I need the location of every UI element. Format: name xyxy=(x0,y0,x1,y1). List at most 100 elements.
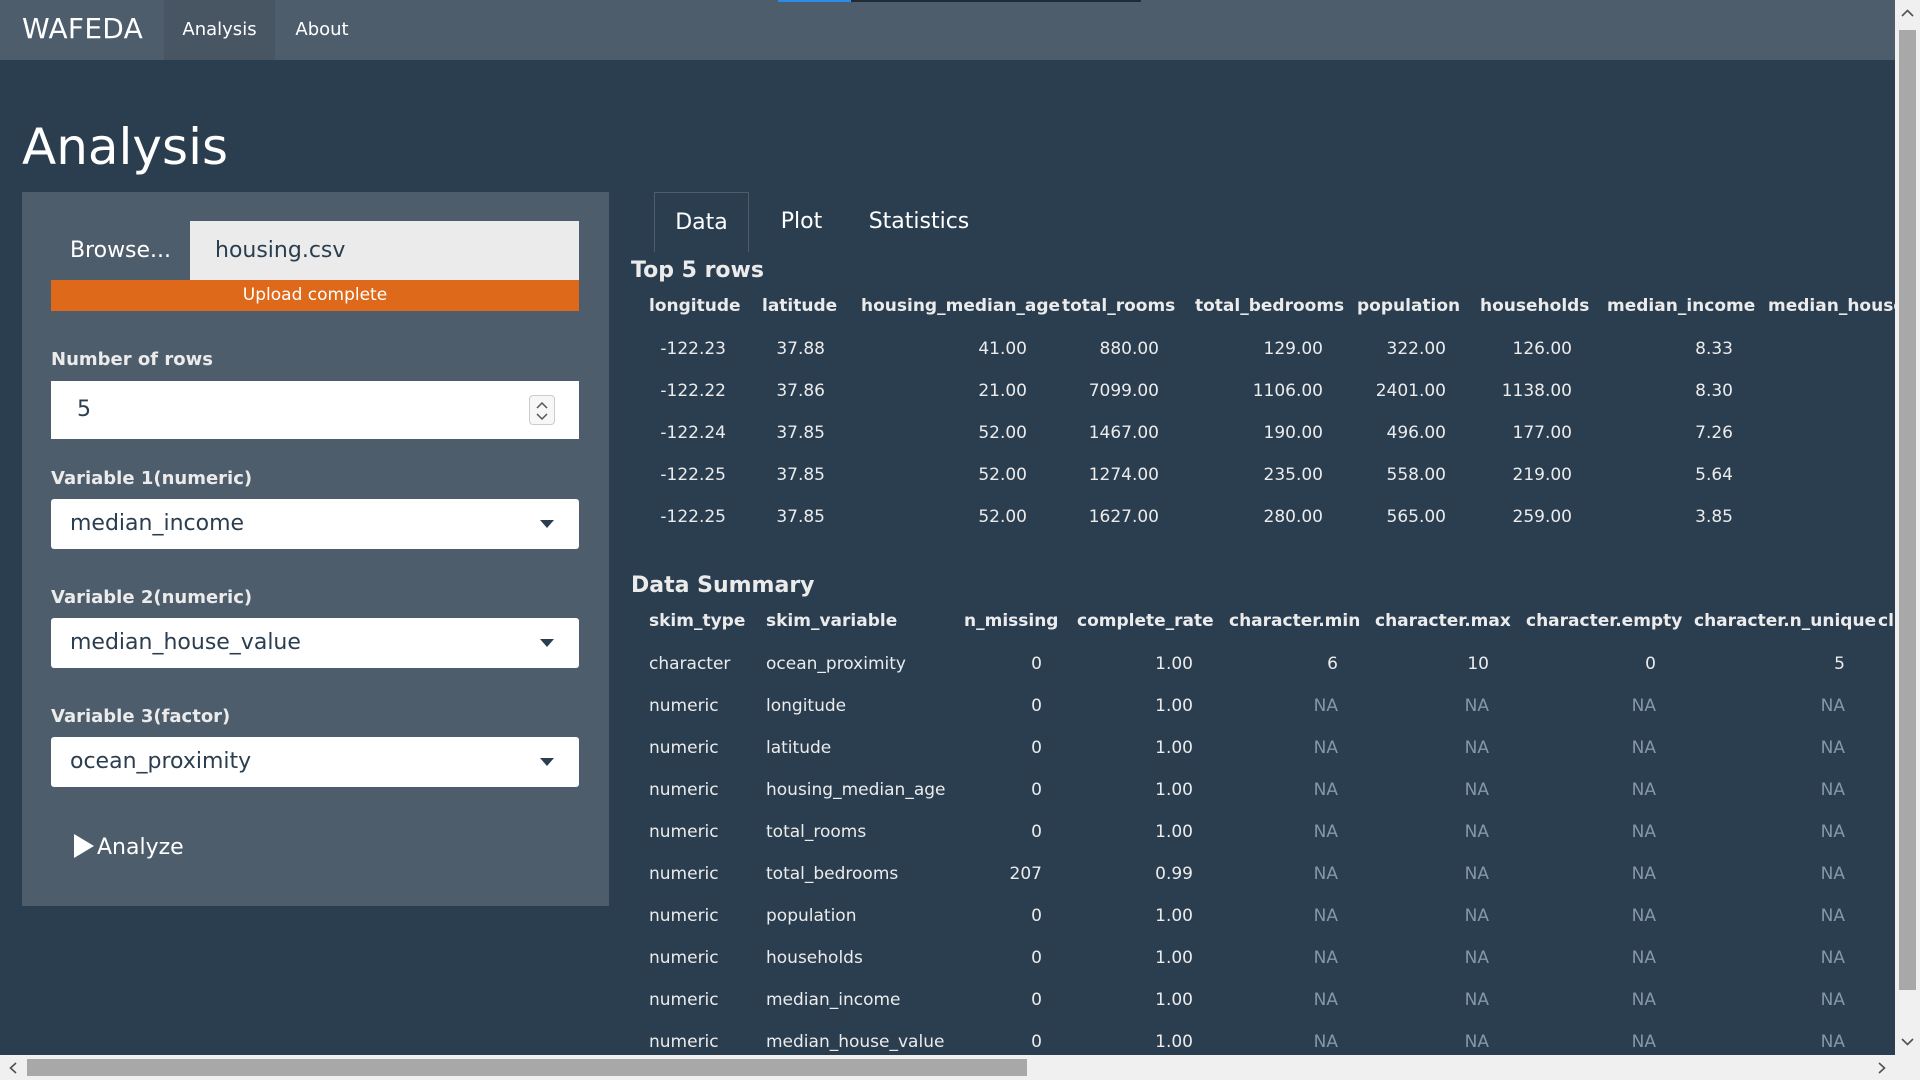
tab-statistics[interactable]: Statistics xyxy=(854,192,984,252)
var2-value: median_house_value xyxy=(70,630,301,655)
table-cell: 1138.00 xyxy=(1501,381,1572,401)
tab-data[interactable]: Data xyxy=(654,192,749,252)
table-cell: 0 xyxy=(1031,948,1042,968)
table-cell: 1.00 xyxy=(1155,990,1193,1010)
table-cell: numeric xyxy=(649,1032,719,1052)
rows-input[interactable]: 5 xyxy=(51,381,579,439)
column-header: complete_rate xyxy=(1077,611,1214,631)
table-cell: NA xyxy=(1313,696,1338,716)
table-cell: 235.00 xyxy=(1263,465,1323,485)
table-cell: 1.00 xyxy=(1155,1032,1193,1052)
table-cell: population xyxy=(766,906,857,926)
table-cell: NA xyxy=(1313,738,1338,758)
table-cell: households xyxy=(766,948,863,968)
table-cell: 1.00 xyxy=(1155,654,1193,674)
table-cell: numeric xyxy=(649,780,719,800)
table-cell: total_rooms xyxy=(766,822,867,842)
table-cell: NA xyxy=(1313,780,1338,800)
table-cell: -122.23 xyxy=(660,339,726,359)
table-cell: ocean_proximity xyxy=(766,654,906,674)
table-cell: 0 xyxy=(1031,1032,1042,1052)
column-header: character.empty xyxy=(1526,611,1683,631)
table-cell: 177.00 xyxy=(1512,423,1572,443)
nav-item-about[interactable]: About xyxy=(275,0,369,60)
var3-select[interactable]: ocean_proximity xyxy=(51,737,579,787)
table-cell: NA xyxy=(1313,1032,1338,1052)
table-cell: NA xyxy=(1820,738,1845,758)
table-cell: 37.85 xyxy=(776,423,825,443)
loading-progress-bar xyxy=(778,0,1141,2)
table-cell: longitude xyxy=(766,696,847,716)
table-cell: 0 xyxy=(1645,654,1656,674)
horizontal-scroll-thumb[interactable] xyxy=(27,1059,1027,1076)
var2-label: Variable 2(numeric) xyxy=(51,587,253,608)
table-cell: 129.00 xyxy=(1263,339,1323,359)
table-cell: 10 xyxy=(1467,654,1489,674)
column-header: n_missing xyxy=(964,611,1059,631)
number-spinner[interactable] xyxy=(529,395,555,425)
table-cell: 1.00 xyxy=(1155,696,1193,716)
table-cell: NA xyxy=(1313,948,1338,968)
tab-plot[interactable]: Plot xyxy=(749,192,854,252)
table-cell: NA xyxy=(1631,696,1656,716)
chevron-down-icon xyxy=(540,639,554,647)
spin-down-icon[interactable] xyxy=(536,413,548,421)
column-header: skim_variable xyxy=(766,611,898,631)
horizontal-scrollbar[interactable] xyxy=(0,1055,1920,1080)
table-cell: numeric xyxy=(649,822,719,842)
column-header: total_bedrooms xyxy=(1195,296,1345,316)
table-cell: NA xyxy=(1313,906,1338,926)
table-cell: NA xyxy=(1631,990,1656,1010)
table-cell: 5.64 xyxy=(1695,465,1733,485)
table-cell: housing_median_age xyxy=(766,780,946,800)
column-header: median_income xyxy=(1607,296,1756,316)
analyze-button[interactable]: Analyze xyxy=(74,830,184,866)
table-cell: 6 xyxy=(1327,654,1338,674)
vertical-scroll-thumb[interactable] xyxy=(1899,30,1916,990)
table-cell: NA xyxy=(1464,696,1489,716)
page-title: Analysis xyxy=(22,118,229,176)
file-name-field[interactable]: housing.csv xyxy=(190,221,579,280)
table-cell: character xyxy=(649,654,731,674)
table-cell: numeric xyxy=(649,696,719,716)
vertical-scrollbar[interactable] xyxy=(1895,0,1920,1055)
table-cell: numeric xyxy=(649,864,719,884)
scroll-left-icon[interactable] xyxy=(9,1062,17,1074)
table-cell: 259.00 xyxy=(1512,507,1572,527)
nav-item-analysis[interactable]: Analysis xyxy=(164,0,275,60)
table-cell: NA xyxy=(1631,906,1656,926)
var1-select[interactable]: median_income xyxy=(51,499,579,549)
table-cell: 37.88 xyxy=(776,339,825,359)
column-header: households xyxy=(1480,296,1590,316)
brand-logo[interactable]: WAFEDA xyxy=(22,12,143,45)
browse-button[interactable]: Browse... xyxy=(51,221,190,280)
scroll-up-icon[interactable] xyxy=(1901,9,1914,17)
table-cell: NA xyxy=(1464,738,1489,758)
spin-up-icon[interactable] xyxy=(536,401,548,409)
scroll-right-icon[interactable] xyxy=(1878,1062,1886,1074)
file-input[interactable]: Browse... housing.csv xyxy=(51,221,579,280)
table-cell: 1.00 xyxy=(1155,822,1193,842)
table-cell: NA xyxy=(1464,948,1489,968)
table-cell: numeric xyxy=(649,906,719,926)
table-cell: NA xyxy=(1313,990,1338,1010)
table-cell: -122.22 xyxy=(660,381,726,401)
table-cell: 322.00 xyxy=(1386,339,1446,359)
table-cell: 207 xyxy=(1009,864,1042,884)
var2-select[interactable]: median_house_value xyxy=(51,618,579,668)
table-cell: 3.85 xyxy=(1695,507,1733,527)
table-cell: 52.00 xyxy=(978,423,1027,443)
table-cell: 1106.00 xyxy=(1252,381,1323,401)
table-cell: NA xyxy=(1313,822,1338,842)
table-cell: 565.00 xyxy=(1386,507,1446,527)
table-cell: NA xyxy=(1464,906,1489,926)
table-cell: NA xyxy=(1313,864,1338,884)
table-cell: NA xyxy=(1820,864,1845,884)
var3-value: ocean_proximity xyxy=(70,749,252,774)
scroll-down-icon[interactable] xyxy=(1901,1038,1914,1046)
var1-value: median_income xyxy=(70,511,245,536)
table-cell: NA xyxy=(1464,822,1489,842)
summary-table: skim_type skim_variable n_missing complete_… xyxy=(631,611,1895,1055)
table-cell: 558.00 xyxy=(1386,465,1446,485)
table-cell: 37.85 xyxy=(776,465,825,485)
